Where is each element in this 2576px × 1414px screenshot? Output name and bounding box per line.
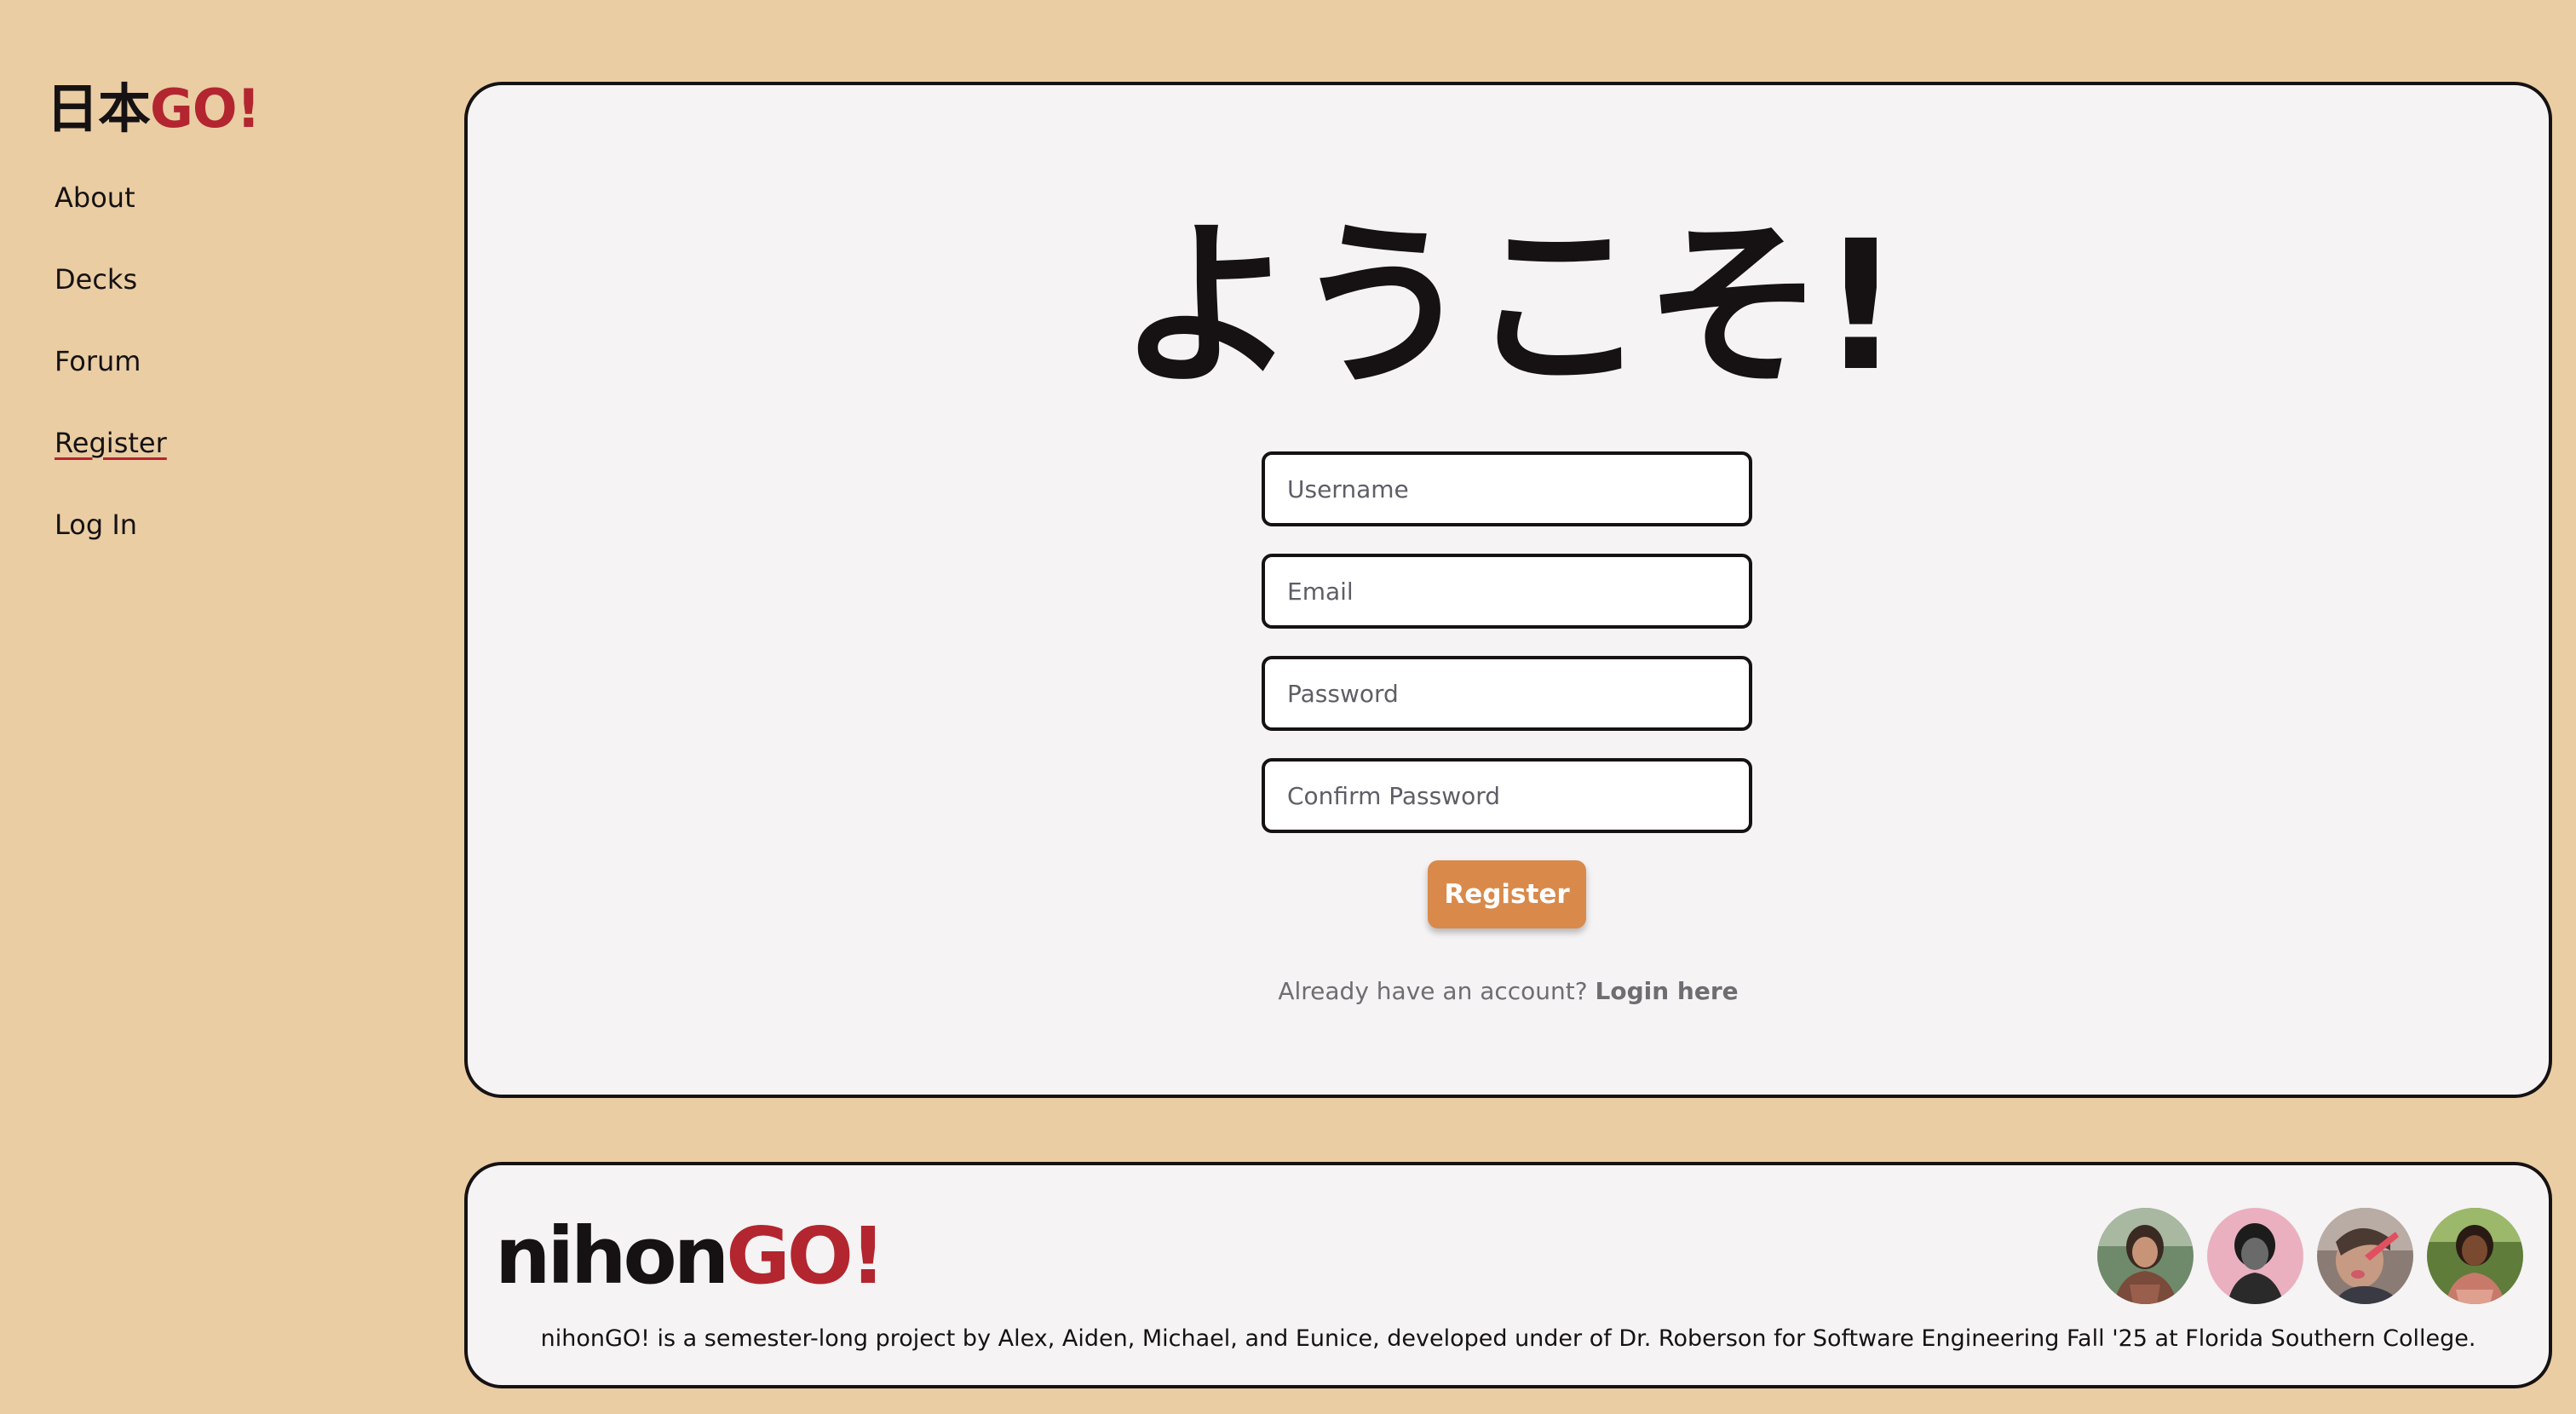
nav-item-register[interactable]: Register	[55, 422, 167, 463]
logo-kanji: 日本	[46, 78, 151, 140]
register-card: ようこそ! Register Already have an account? …	[464, 82, 2552, 1098]
email-field[interactable]	[1262, 554, 1752, 629]
login-prompt-text: Already have an account?	[1278, 977, 1588, 1005]
page-title: ようこそ!	[1118, 202, 1902, 411]
footer-logo: nihonGO!	[495, 1210, 886, 1303]
nav-item-about[interactable]: About	[55, 177, 167, 218]
footer-logo-nihon: nihon	[495, 1210, 729, 1302]
register-form	[1262, 451, 1752, 860]
nav-item-forum[interactable]: Forum	[55, 341, 167, 382]
logo-go: GO!	[150, 78, 261, 140]
nav-item-login[interactable]: Log In	[55, 504, 167, 545]
username-field[interactable]	[1262, 451, 1752, 526]
confirm-password-field[interactable]	[1262, 758, 1752, 833]
sidebar-nav: About Decks Forum Register Log In	[55, 177, 167, 586]
avatar	[2207, 1208, 2303, 1304]
site-logo[interactable]: 日本GO!	[46, 75, 261, 143]
avatar	[2317, 1208, 2413, 1304]
footer-description: nihonGO! is a semester-long project by A…	[540, 1325, 2476, 1352]
nav-item-decks[interactable]: Decks	[55, 259, 167, 300]
register-button[interactable]: Register	[1428, 860, 1586, 928]
avatar	[2427, 1208, 2523, 1304]
login-link[interactable]: Login here	[1596, 977, 1739, 1005]
login-prompt: Already have an account? Login here	[468, 974, 2549, 1009]
team-avatars	[2097, 1208, 2523, 1304]
footer-logo-go: GO!	[726, 1210, 886, 1302]
avatar	[2097, 1208, 2194, 1304]
footer: nihonGO! nihonGO! is a semester-long pro…	[464, 1162, 2552, 1388]
password-field[interactable]	[1262, 656, 1752, 731]
